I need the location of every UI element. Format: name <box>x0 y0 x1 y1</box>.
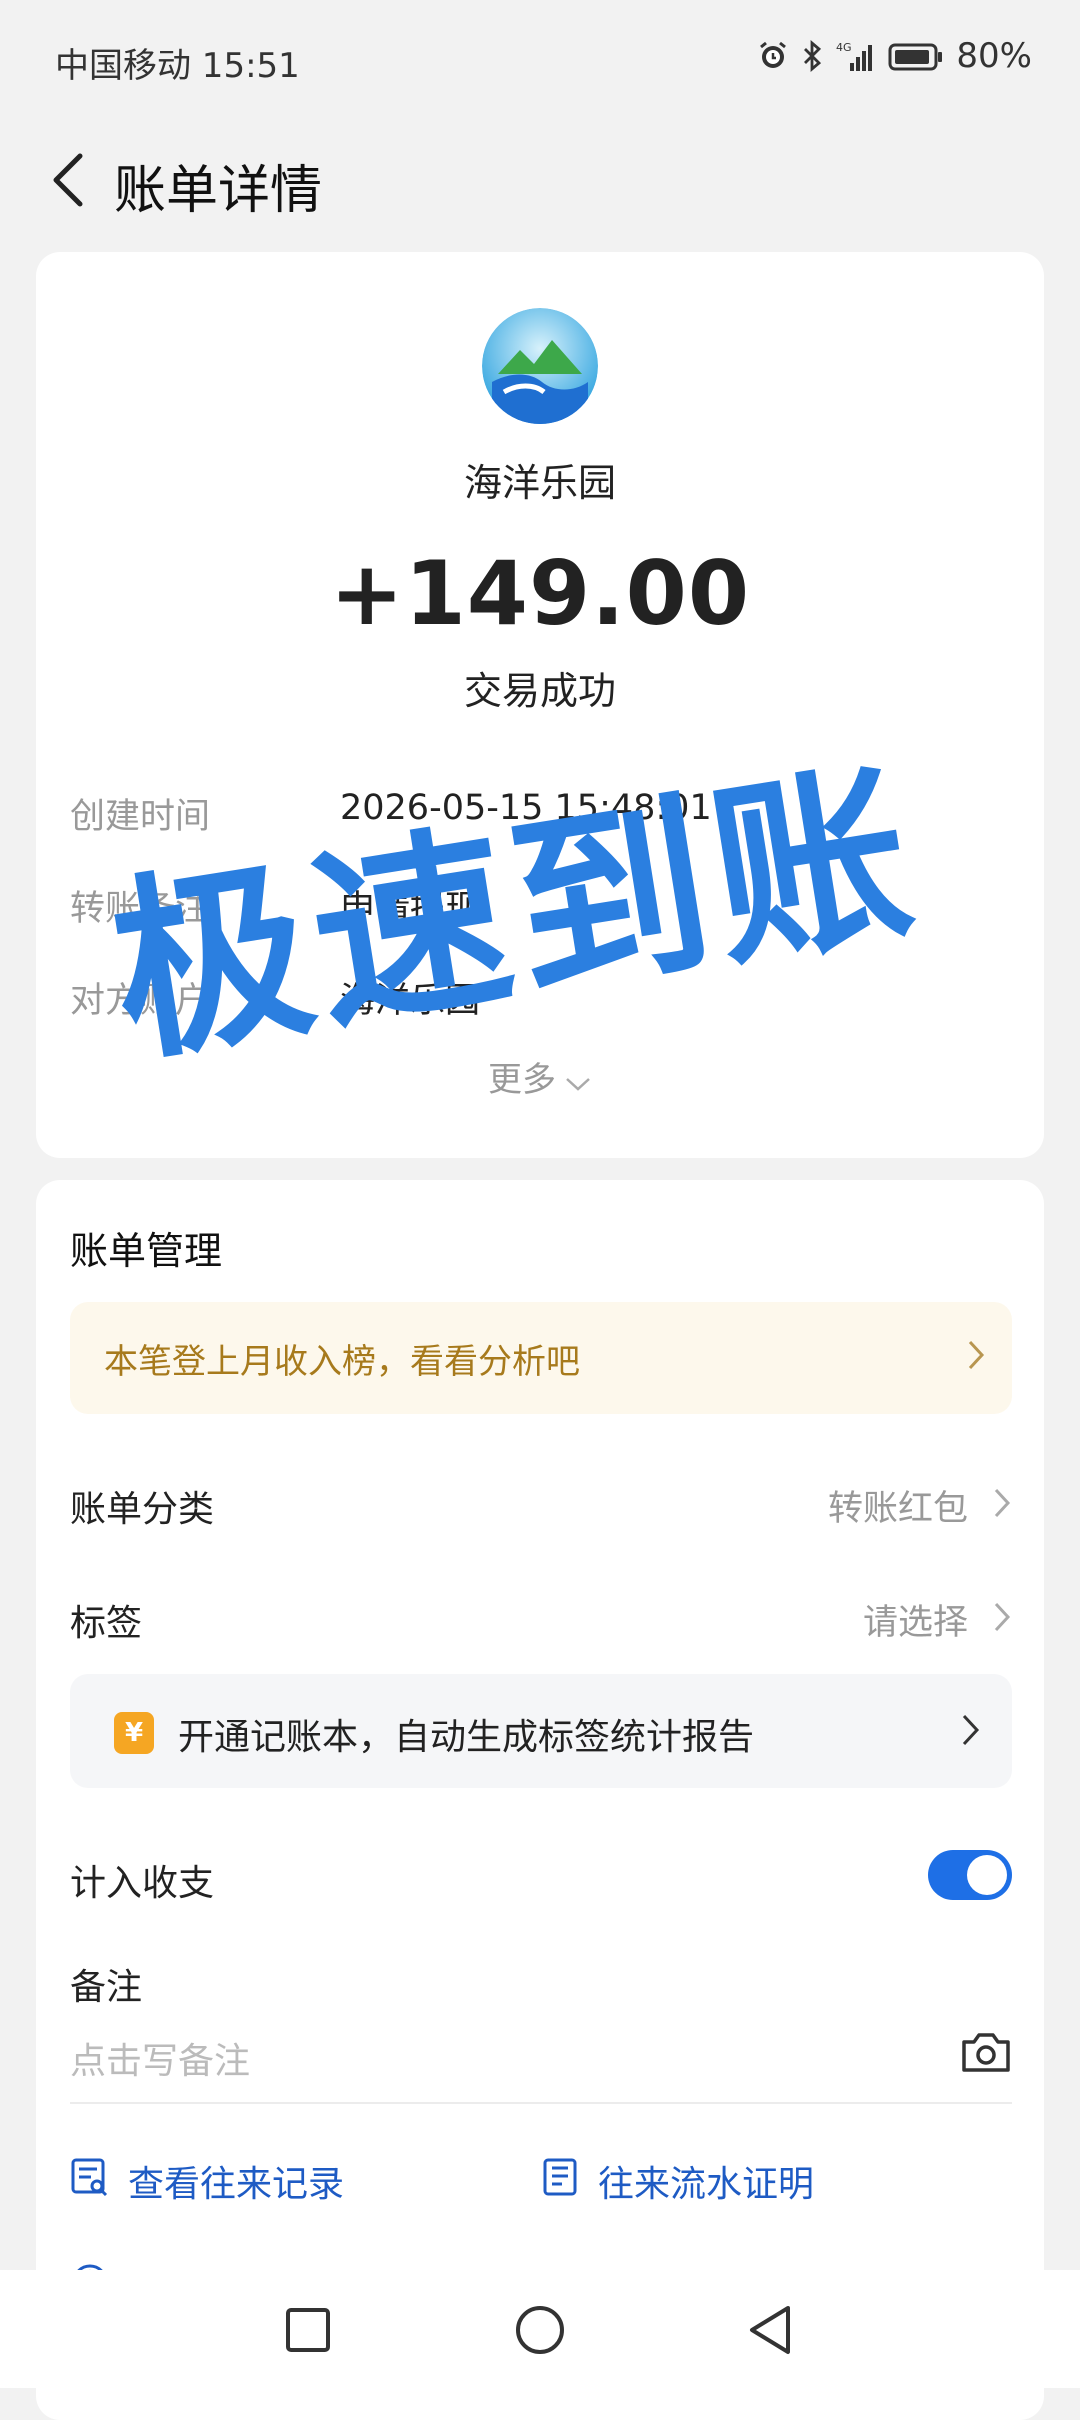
chevron-right-icon <box>960 1712 982 1752</box>
more-label: 更多 <box>488 1060 556 1100</box>
detail-value: 申请提现 <box>340 889 481 929</box>
page-title: 账单详情 <box>114 161 323 221</box>
header: 账单详情 <box>0 120 1080 240</box>
toggle-knob <box>967 1855 1007 1895</box>
chevron-right-icon <box>992 1486 1012 1524</box>
svg-text:4G: 4G <box>836 41 852 54</box>
section-title: 账单管理 <box>70 1229 223 1273</box>
merchant-name: 海洋乐园 <box>463 461 616 505</box>
detail-label: 创建时间 <box>70 797 211 837</box>
promo-text: 本笔登上月收入榜，看看分析吧 <box>104 1342 580 1382</box>
status-icons: 4G 80% <box>756 36 1032 76</box>
row-label: 账单分类 <box>70 1489 215 1530</box>
ledger-icon: ¥ <box>114 1712 154 1754</box>
detail-row-counterparty: 对方账户 海洋乐园 <box>70 972 1010 1028</box>
row-label: 计入收支 <box>70 1863 215 1904</box>
system-nav-bar <box>0 2270 1080 2388</box>
row-value: 转账红包 <box>827 1489 968 1529</box>
signal-icon: 4G <box>836 39 876 73</box>
tag-row[interactable]: 标签 请选择 <box>70 1584 1012 1654</box>
detail-label: 对方账户 <box>70 981 211 1021</box>
row-value: 请选择 <box>862 1603 968 1643</box>
statement-proof-link[interactable]: 往来流水证明 <box>540 2146 814 2216</box>
ledger-text: 开通记账本，自动生成标签统计报告 <box>178 1717 755 1758</box>
note-input[interactable]: 点击写备注 <box>70 2022 1012 2092</box>
income-expense-row: 计入收支 <box>70 1844 1012 1914</box>
detail-label: 转账备注 <box>70 889 211 929</box>
link-label: 往来流水证明 <box>598 2164 815 2205</box>
square-icon <box>286 2308 330 2352</box>
carrier-time: 中国移动 15:51 <box>55 46 300 86</box>
bill-management-card: 账单管理 本笔登上月收入榜，看看分析吧 账单分类 转账红包 标签 请选择 ¥ 开… <box>36 1180 1044 2420</box>
bluetooth-icon <box>802 39 824 73</box>
chevron-down-icon <box>564 1062 592 1102</box>
detail-row-transfer-note: 转账备注 申请提现 <box>70 880 1010 936</box>
back-nav-button[interactable] <box>740 2300 800 2360</box>
status-bar: 中国移动 15:51 4G 80% <box>0 0 1080 120</box>
camera-icon[interactable] <box>960 2028 1012 2080</box>
merchant-logo <box>482 308 598 424</box>
battery-icon <box>888 39 944 73</box>
home-button[interactable] <box>510 2300 570 2360</box>
alarm-icon <box>756 39 790 73</box>
battery-percent: 80% <box>956 36 1032 76</box>
amount: +149.00 <box>329 542 751 645</box>
records-icon <box>70 2157 110 2206</box>
link-label: 查看往来记录 <box>128 2164 345 2205</box>
chevron-left-icon <box>53 153 83 207</box>
row-label: 标签 <box>70 1603 143 1644</box>
ledger-banner[interactable]: ¥ 开通记账本，自动生成标签统计报告 <box>70 1674 1012 1788</box>
detail-value: 2026-05-15 15:48:01 <box>340 788 712 828</box>
bill-category-row[interactable]: 账单分类 转账红包 <box>70 1470 1012 1540</box>
detail-row-created-time: 创建时间 2026-05-15 15:48:01 <box>70 788 1010 844</box>
document-icon <box>540 2157 580 2206</box>
divider <box>70 2102 1012 2104</box>
circle-icon <box>516 2306 564 2354</box>
detail-value: 海洋乐园 <box>340 981 481 1021</box>
note-label-row: 备注 <box>70 1948 1012 2018</box>
chevron-right-icon <box>966 1338 986 1376</box>
note-placeholder: 点击写备注 <box>70 2041 251 2082</box>
income-ranking-banner[interactable]: 本笔登上月收入榜，看看分析吧 <box>70 1302 1012 1414</box>
transaction-status: 交易成功 <box>463 669 616 713</box>
triangle-back-icon <box>750 2306 790 2354</box>
note-label: 备注 <box>70 1967 143 2008</box>
chevron-right-icon <box>992 1600 1012 1638</box>
more-button[interactable]: 更多 <box>36 1052 1044 1102</box>
transaction-card: 海洋乐园 +149.00 交易成功 创建时间 2026-05-15 15:48:… <box>36 252 1044 1158</box>
income-expense-toggle[interactable] <box>928 1850 1012 1900</box>
back-button[interactable] <box>28 138 108 222</box>
recents-button[interactable] <box>278 2300 338 2360</box>
view-history-link[interactable]: 查看往来记录 <box>70 2146 344 2216</box>
